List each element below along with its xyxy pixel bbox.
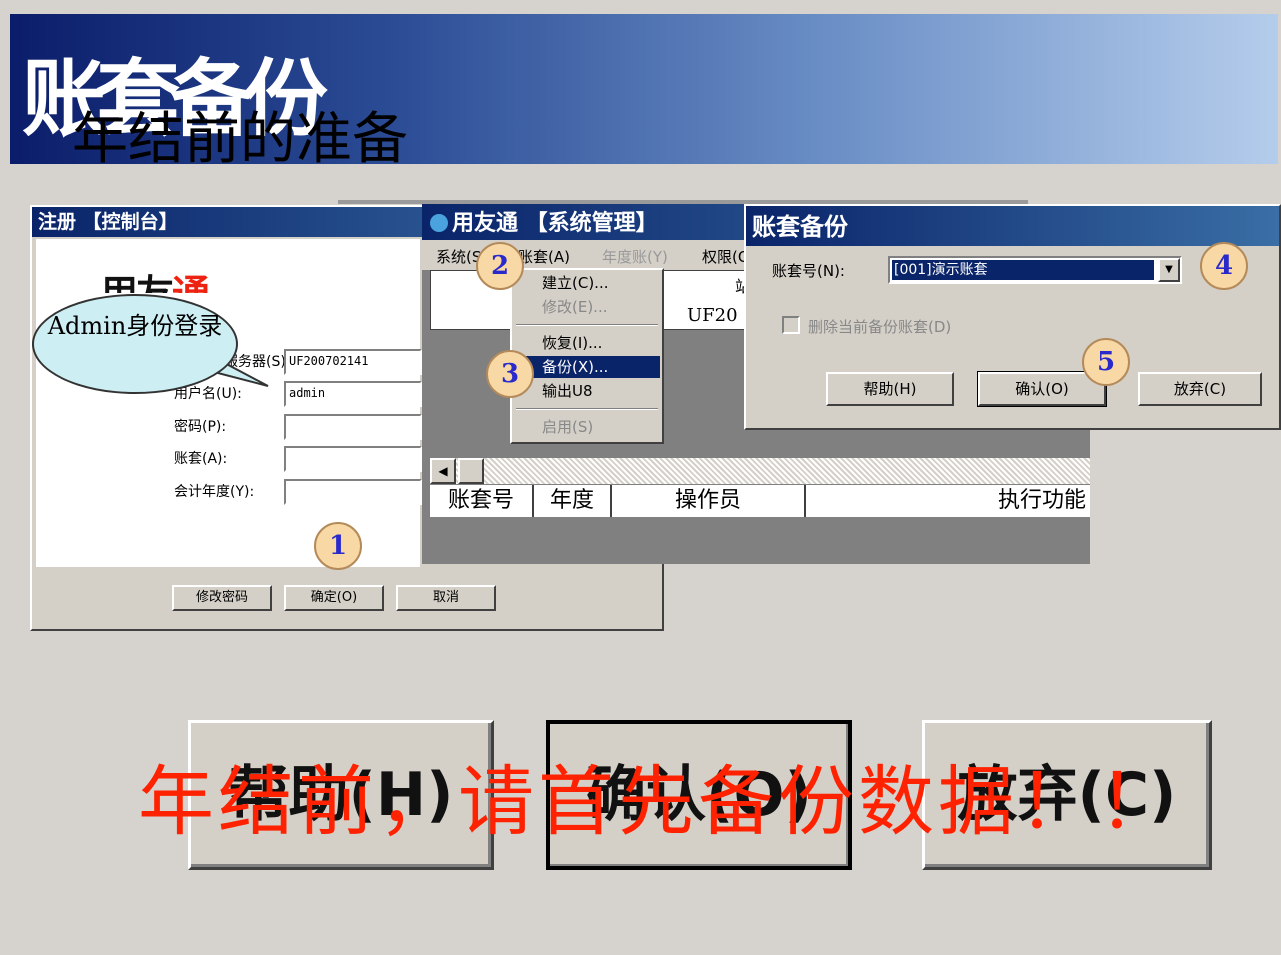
menu-item-backup[interactable]: 备份(X)... bbox=[514, 356, 660, 378]
logo: 用友通 bbox=[100, 263, 208, 293]
menu-item-enable[interactable]: 启用(S) bbox=[514, 416, 660, 438]
account-menu-dropdown: 建立(C)... 修改(E)... 恢复(I)... 备份(X)... 输出U8… bbox=[510, 268, 664, 444]
step-marker-3: 3 bbox=[486, 350, 534, 398]
step-marker-5: 5 bbox=[1082, 338, 1130, 386]
account-label: 账套(A): bbox=[174, 451, 228, 467]
header-banner: 账套备份 年结前的准备 bbox=[10, 14, 1278, 172]
step-marker-1: 1 bbox=[314, 522, 362, 570]
menu-account[interactable]: 账套(A) bbox=[518, 246, 570, 267]
menu-separator bbox=[516, 408, 658, 410]
password-label: 密码(P): bbox=[174, 419, 227, 435]
column-header[interactable]: 执行功能 bbox=[806, 485, 1090, 517]
delete-backup-label: 删除当前备份账套(D) bbox=[808, 318, 952, 336]
password-field[interactable] bbox=[284, 414, 422, 440]
menu-item-restore[interactable]: 恢复(I)... bbox=[514, 332, 660, 354]
account-number-select[interactable]: [001]演示账套 ▼ bbox=[888, 256, 1182, 284]
account-number-label: 账套号(N): bbox=[772, 262, 845, 280]
backup-dialog: 账套备份 账套号(N): [001]演示账套 ▼ 删除当前备份账套(D) 帮助(… bbox=[744, 204, 1281, 430]
menu-item-modify[interactable]: 修改(E)... bbox=[514, 296, 660, 318]
help-button[interactable]: 帮助(H) bbox=[826, 372, 954, 406]
server-field[interactable]: UF200702141 bbox=[284, 349, 422, 375]
menu-year-account[interactable]: 年度账(Y) bbox=[602, 246, 668, 267]
column-header[interactable]: 年度 bbox=[534, 485, 612, 517]
column-header[interactable]: 操作员 bbox=[612, 485, 806, 517]
account-number-value: [001]演示账套 bbox=[892, 260, 1154, 280]
admin-login-callout: Admin身份登录 bbox=[32, 294, 238, 394]
fiscal-year-field[interactable] bbox=[284, 479, 422, 505]
scroll-thumb[interactable] bbox=[458, 458, 484, 484]
backup-warning: 年结前，请首先备份数据！！ bbox=[138, 757, 1178, 846]
task-table-header: 账套号 年度 操作员 执行功能 bbox=[430, 485, 1090, 517]
banner-subtitle: 年结前的准备 bbox=[72, 107, 408, 172]
discard-button[interactable]: 放弃(C) bbox=[1138, 372, 1262, 406]
menu-item-create[interactable]: 建立(C)... bbox=[514, 272, 660, 294]
horizontal-scrollbar[interactable]: ◀ bbox=[430, 458, 1090, 484]
change-password-button[interactable]: 修改密码 bbox=[172, 585, 272, 611]
login-cancel-button[interactable]: 取消 bbox=[396, 585, 496, 611]
menu-item-export-u8[interactable]: 输出U8 bbox=[514, 380, 660, 402]
fiscal-year-label: 会计年度(Y): bbox=[174, 484, 255, 500]
menu-separator bbox=[516, 324, 658, 326]
step-marker-4: 4 bbox=[1200, 242, 1248, 290]
app-icon bbox=[430, 214, 448, 232]
step-marker-2: 2 bbox=[476, 242, 524, 290]
chevron-down-icon[interactable]: ▼ bbox=[1158, 258, 1180, 282]
column-header[interactable]: 账套号 bbox=[430, 485, 534, 517]
delete-backup-checkbox[interactable] bbox=[782, 316, 800, 334]
backup-titlebar: 账套备份 bbox=[746, 206, 1279, 246]
scroll-left-icon[interactable]: ◀ bbox=[430, 458, 456, 484]
grid-cell: UF20 bbox=[687, 305, 738, 326]
login-ok-button[interactable]: 确定(O) bbox=[284, 585, 384, 611]
task-table-body bbox=[430, 517, 1090, 564]
account-field[interactable] bbox=[284, 446, 422, 472]
username-field[interactable]: admin bbox=[284, 381, 422, 407]
